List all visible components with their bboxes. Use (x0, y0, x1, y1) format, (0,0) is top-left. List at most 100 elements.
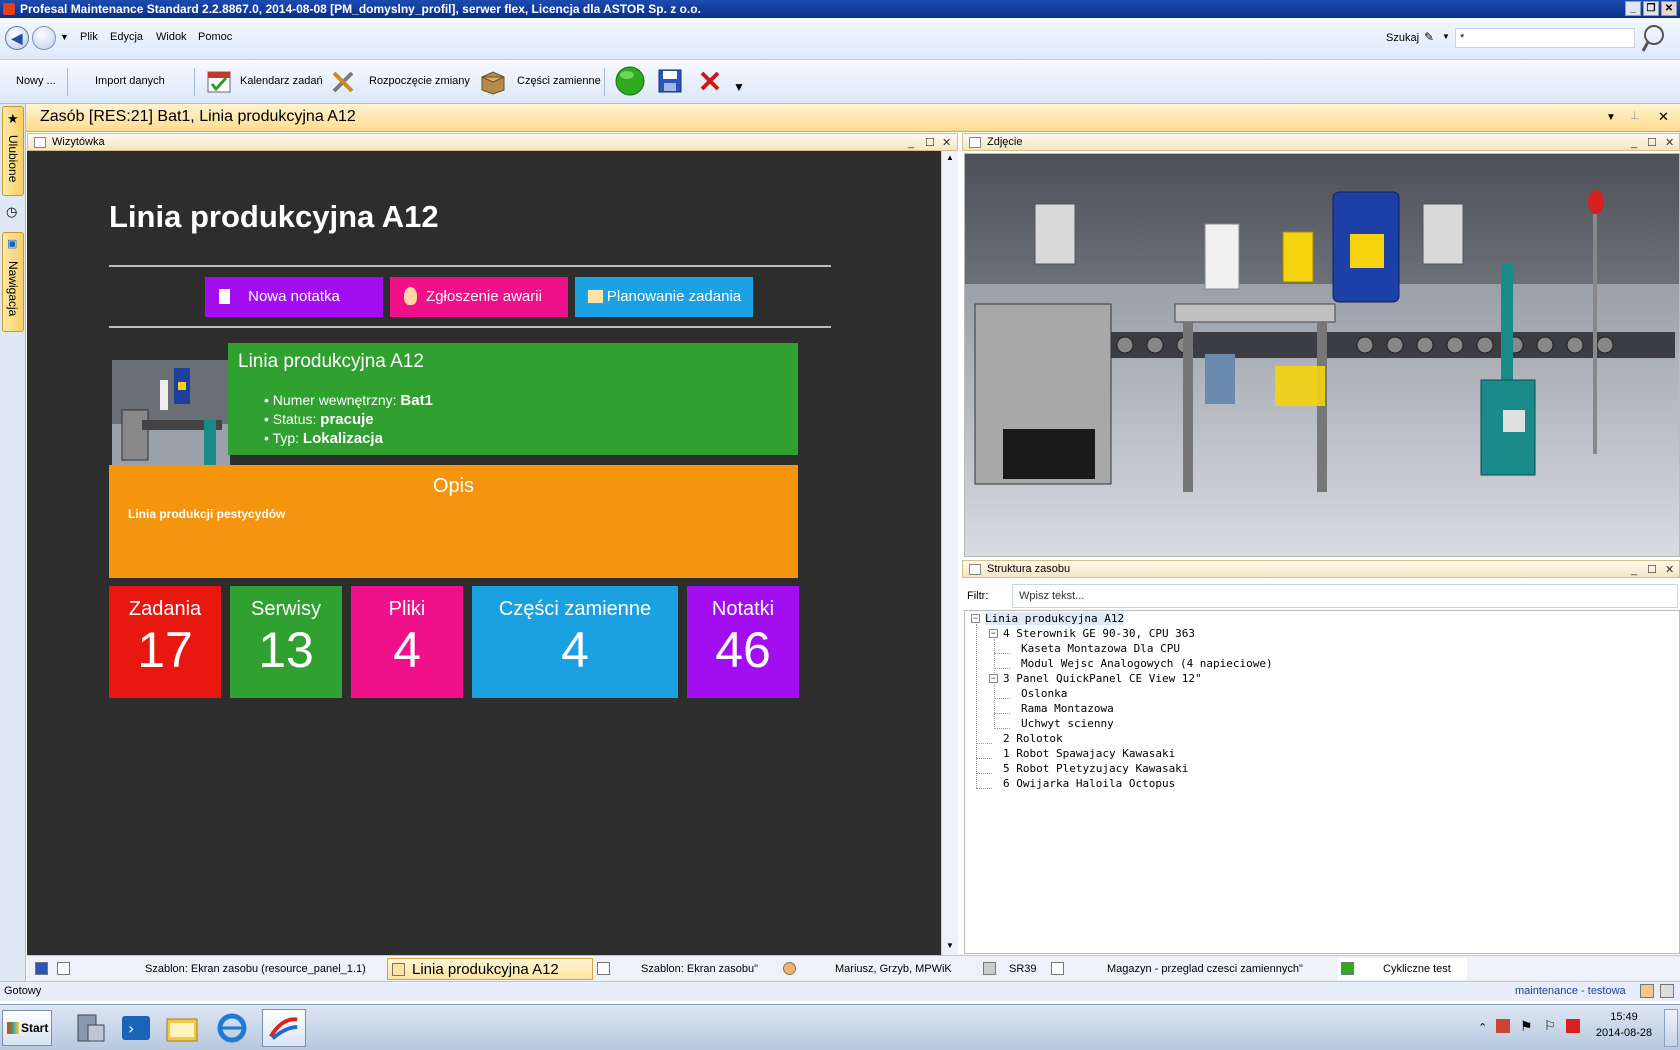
maximize-button[interactable]: ❐ (1643, 1, 1659, 16)
search-icon[interactable] (1640, 23, 1672, 55)
new-note-button[interactable]: Nowa notatka (205, 277, 383, 317)
panel-close-button[interactable]: ✕ (1665, 562, 1674, 578)
panel-maximize-button[interactable]: ☐ (1647, 562, 1657, 578)
doc-tab[interactable]: SR39 (979, 958, 1045, 980)
scroll-down-icon[interactable]: ▼ (946, 941, 954, 950)
close-document-button[interactable]: ✕ (1658, 109, 1669, 125)
tree-item[interactable]: 4 Sterownik GE 90-30, CPU 363 (1003, 627, 1195, 640)
tree-item[interactable]: Rama Montazowa (1021, 702, 1114, 715)
stat-tile-0[interactable]: Zadania 17 (109, 586, 221, 698)
tray-clock[interactable]: 15:49 2014-08-28 (1592, 1009, 1656, 1041)
new-button[interactable]: Nowy ... (16, 75, 56, 87)
favorites-tab[interactable]: ★ Ulubione (2, 106, 24, 196)
close-window-button[interactable]: ✕ (1661, 1, 1677, 16)
explorer-icon[interactable] (160, 1009, 204, 1047)
start-button[interactable]: Start (2, 1010, 52, 1046)
tree-item[interactable]: 2 Rolotok (1003, 732, 1063, 745)
tree-line (994, 653, 1010, 654)
doc-tab[interactable]: Mariusz, Grzyb, MPWiK (779, 958, 979, 980)
calendar-button[interactable]: Kalendarz zadań (240, 75, 323, 87)
history-dropdown-icon[interactable]: ▼ (60, 32, 69, 42)
panel-maximize-button[interactable]: ☐ (925, 135, 935, 151)
panel-minimize-button[interactable]: _ (1631, 562, 1637, 578)
clock-icon[interactable]: ◷ (6, 204, 17, 220)
tree-item[interactable]: 5 Robot Pletyzujacy Kawasaki (1003, 762, 1188, 775)
filter-input[interactable]: Wpisz tekst... (1012, 584, 1678, 608)
stat-tile-value: 4 (393, 622, 421, 678)
import-button[interactable]: Import danych (95, 75, 165, 87)
panel-close-button[interactable]: ✕ (1665, 135, 1674, 151)
stat-tile-4[interactable]: Notatki 46 (687, 586, 799, 698)
tree-item[interactable]: Oslonka (1021, 687, 1067, 700)
wizytowka-scrollbar[interactable]: ▲ ▼ (941, 151, 958, 955)
tab-list-icon[interactable] (31, 958, 51, 980)
stat-tile-1[interactable]: Serwisy 13 (230, 586, 342, 698)
user-icon[interactable] (1640, 984, 1654, 998)
chevron-down-icon[interactable]: ▼ (1606, 112, 1616, 123)
doc-tab[interactable]: Magazyn - przeglad czesci zamiennych" (1047, 958, 1337, 980)
resource-thumbnail[interactable] (112, 360, 230, 478)
powershell-icon[interactable]: › (114, 1009, 158, 1047)
flag-icon[interactable]: ⚐ (1544, 1018, 1556, 1034)
pdf-icon[interactable] (1566, 1019, 1580, 1033)
minimize-button[interactable]: _ (1625, 1, 1641, 16)
collapse-icon[interactable]: − (989, 674, 998, 683)
tray-expand-icon[interactable]: ⌃ (1478, 1021, 1487, 1034)
navigation-label: Nawigacja (6, 261, 20, 317)
panel-close-button[interactable]: ✕ (942, 135, 951, 151)
search-mode-icon[interactable]: ✎ (1424, 30, 1434, 44)
server-manager-icon[interactable] (68, 1009, 112, 1047)
doc-tab-active[interactable]: Linia produkcyjna A12 (387, 958, 593, 980)
tree-item[interactable]: 6 Owijarka Haloila Octopus (1003, 777, 1175, 790)
parts-box-icon[interactable] (479, 67, 507, 95)
collapse-icon[interactable]: − (989, 629, 998, 638)
doc-tab[interactable]: Szablon: Ekran zasobu (resource_panel_1.… (53, 958, 413, 980)
save-icon[interactable] (656, 67, 684, 95)
tree-item[interactable]: Kaseta Montazowa Dla CPU (1021, 642, 1180, 655)
plan-task-button[interactable]: Planowanie zadania (575, 277, 753, 317)
green-status-icon[interactable] (614, 65, 646, 97)
doc-tab[interactable]: Szablon: Ekran zasobu" (593, 958, 777, 980)
pin-icon[interactable]: ⊥ (1630, 109, 1640, 122)
flag-icon[interactable]: ⚑ (1520, 1018, 1533, 1035)
forward-button[interactable] (32, 26, 56, 50)
tree-item[interactable]: Uchwyt scienny (1021, 717, 1114, 730)
tree-item-root[interactable]: Linia produkcyjna A12 (985, 612, 1125, 625)
tree-item[interactable]: Modul Wejsc Analogowych (4 napieciowe) (1021, 657, 1273, 670)
resource-photo[interactable] (964, 153, 1680, 557)
tree-item[interactable]: 1 Robot Spawajacy Kawasaki (1003, 747, 1175, 760)
panel-minimize-button[interactable]: _ (1631, 135, 1637, 151)
toolbar-overflow-icon[interactable]: ▼ (733, 80, 745, 94)
parts-button[interactable]: Części zamienne (517, 75, 601, 87)
scroll-up-icon[interactable]: ▲ (946, 153, 954, 162)
menu-pomoc[interactable]: Pomoc (198, 31, 232, 43)
panel-maximize-button[interactable]: ☐ (1647, 135, 1657, 151)
arrow-left-icon: ◀ (11, 30, 23, 46)
chevron-down-icon[interactable]: ▼ (1442, 32, 1450, 41)
svg-text:›: › (128, 1019, 134, 1038)
report-failure-button[interactable]: Zgłoszenie awarii (390, 277, 568, 317)
lock-icon[interactable] (1660, 984, 1674, 998)
menu-plik[interactable]: Plik (80, 31, 98, 43)
menu-widok[interactable]: Widok (156, 31, 187, 43)
tree-line (976, 788, 992, 789)
shift-start-button[interactable]: Rozpoczęcie zmiany (369, 75, 470, 87)
stat-tile-3[interactable]: Części zamienne 4 (472, 586, 678, 698)
internet-explorer-icon[interactable] (210, 1009, 254, 1047)
search-input[interactable]: * (1455, 28, 1635, 48)
network-icon[interactable] (1496, 1019, 1510, 1033)
collapse-icon[interactable]: − (971, 614, 980, 623)
calendar-icon[interactable] (205, 67, 233, 95)
tree-item[interactable]: 3 Panel QuickPanel CE View 12" (1003, 672, 1202, 685)
profesal-app-icon[interactable] (262, 1009, 306, 1047)
show-desktop-button[interactable] (1664, 1009, 1678, 1047)
back-button[interactable]: ◀ (5, 26, 29, 50)
doc-tab[interactable]: Cykliczne test (1337, 958, 1467, 980)
document-header: Zasób [RES:21] Bat1, Linia produkcyjna A… (26, 104, 1680, 132)
menu-edycja[interactable]: Edycja (110, 31, 143, 43)
stat-tile-2[interactable]: Pliki 4 (351, 586, 463, 698)
panel-minimize-button[interactable]: _ (908, 135, 914, 151)
delete-icon[interactable] (696, 67, 724, 95)
tools-icon[interactable] (330, 67, 358, 95)
navigation-tab[interactable]: ▣ Nawigacja (2, 232, 24, 332)
